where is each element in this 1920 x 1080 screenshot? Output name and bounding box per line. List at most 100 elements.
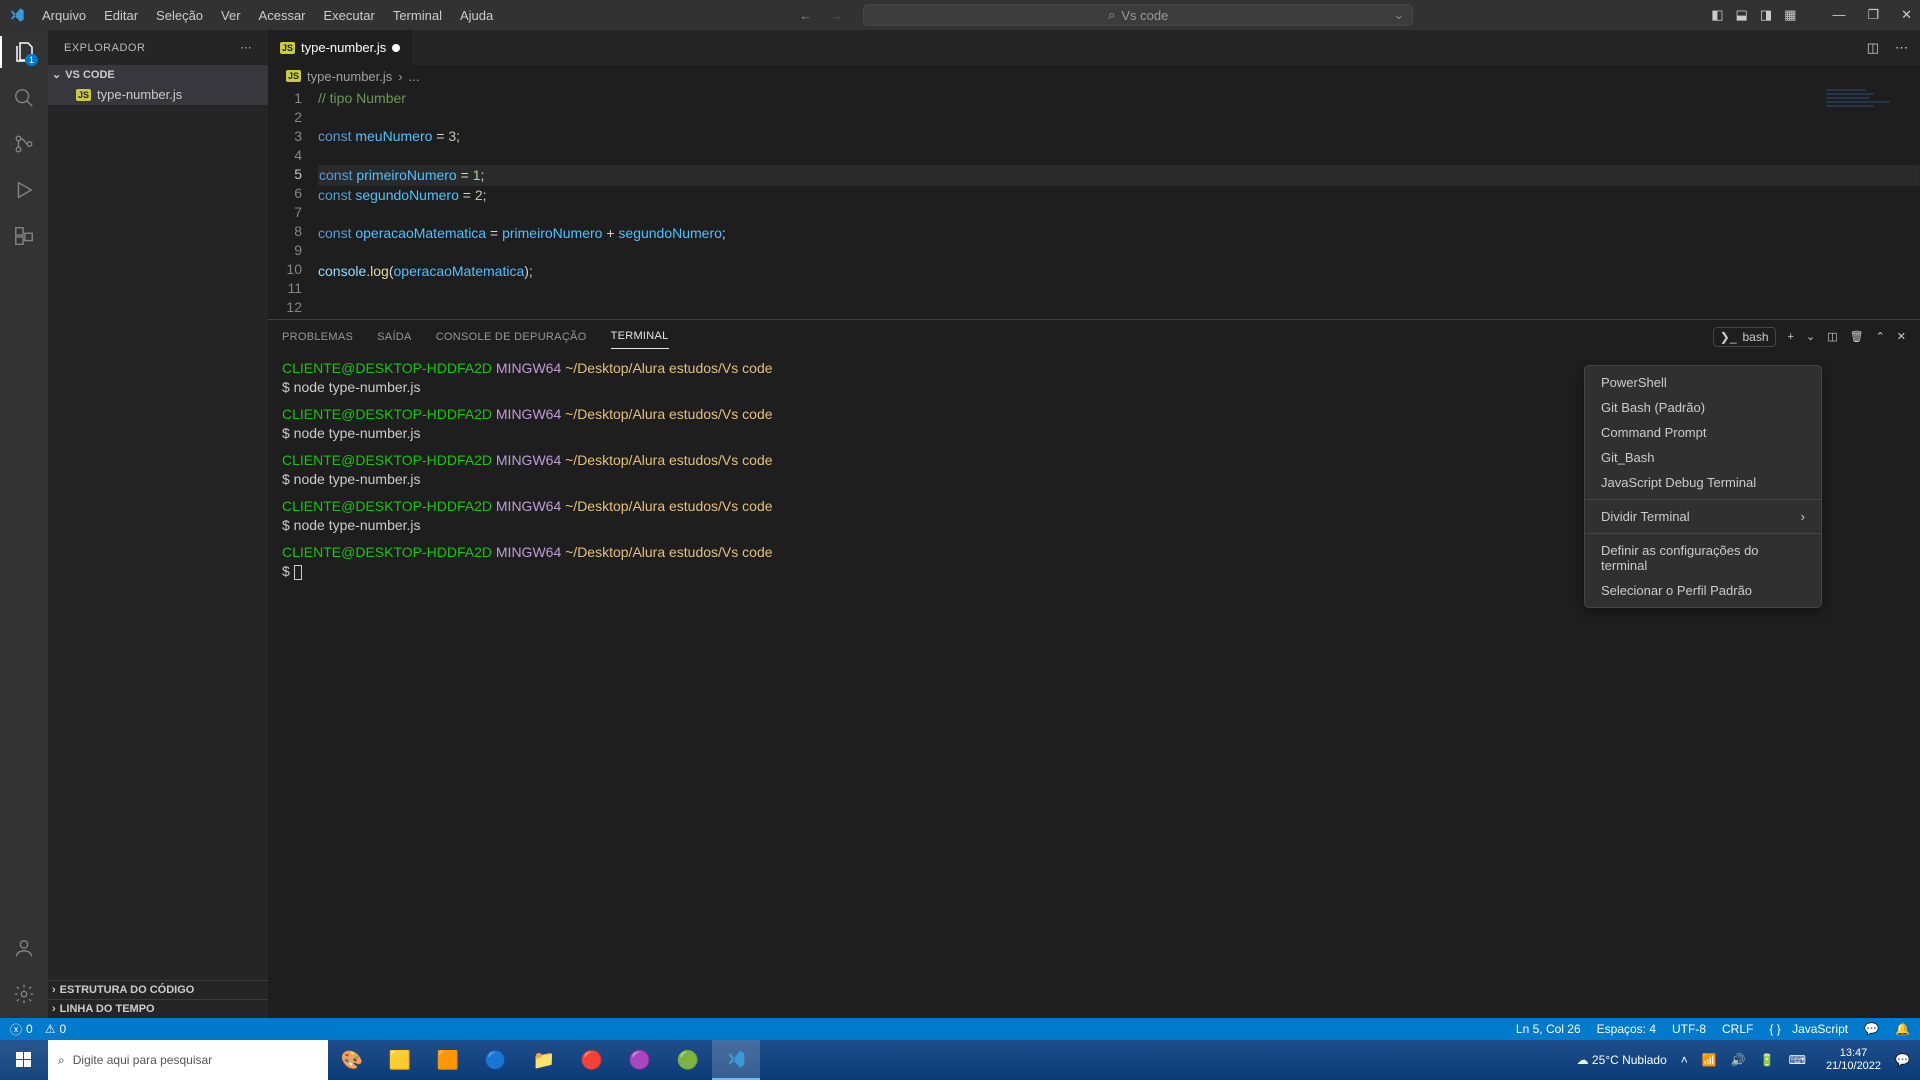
menu-ver[interactable]: Ver (213, 4, 249, 27)
new-terminal-icon[interactable]: + (1788, 331, 1794, 343)
menu-editar[interactable]: Editar (96, 4, 146, 27)
js-file-icon: JS (280, 42, 295, 54)
nav-fwd-icon[interactable]: → (830, 8, 843, 23)
taskbar-app-chrome[interactable]: 🔵 (472, 1040, 520, 1080)
activity-settings-icon[interactable] (12, 982, 36, 1006)
tab-type-number[interactable]: JS type-number.js (268, 30, 413, 65)
timeline-section[interactable]: › LINHA DO TEMPO (48, 999, 268, 1018)
taskbar-app-misc[interactable]: 🟣 (616, 1040, 664, 1080)
js-file-icon: JS (286, 70, 301, 82)
maximize-panel-icon[interactable]: ⌃ (1876, 330, 1885, 343)
tray-notifications-icon[interactable]: 💬 (1895, 1053, 1910, 1067)
breadcrumb[interactable]: JS type-number.js › ... (268, 65, 1920, 87)
terminal-dropdown-icon[interactable]: ⌄ (1806, 330, 1815, 343)
taskbar-app-explorer[interactable]: 📁 (520, 1040, 568, 1080)
menu-item-gitbash[interactable]: Git_Bash (1585, 445, 1821, 470)
windows-taskbar: ⌕ Digite aqui para pesquisar 🎨 🟨 🟧 🔵 📁 🔴… (0, 1040, 1920, 1080)
tray-chevron-icon[interactable]: ˄ (1681, 1053, 1688, 1067)
menu-item-cmd[interactable]: Command Prompt (1585, 420, 1821, 445)
chevron-right-icon: › (52, 1003, 56, 1015)
status-errors[interactable]: ⓧ0 (10, 1021, 33, 1038)
taskbar-search[interactable]: ⌕ Digite aqui para pesquisar (48, 1040, 328, 1080)
taskbar-app-vscode[interactable] (712, 1040, 760, 1080)
maximize-icon[interactable]: ❐ (1867, 7, 1879, 23)
vscode-logo-icon (8, 6, 26, 24)
tab-problems[interactable]: PROBLEMAS (282, 325, 353, 349)
timeline-label: LINHA DO TEMPO (60, 1003, 155, 1015)
tab-debug-console[interactable]: CONSOLE DE DEPURAÇÃO (436, 325, 587, 349)
tab-terminal[interactable]: TERMINAL (611, 324, 669, 349)
tray-volume-icon[interactable]: 🔊 (1731, 1053, 1746, 1067)
start-button[interactable] (0, 1040, 48, 1080)
activity-extensions-icon[interactable] (12, 224, 36, 248)
taskbar-app-paint[interactable]: 🎨 (328, 1040, 376, 1080)
activity-run-debug-icon[interactable] (12, 178, 36, 202)
taskbar-app-office[interactable]: 🟧 (424, 1040, 472, 1080)
line-gutter: 123456789101112 (268, 89, 318, 319)
unsaved-dot-icon (392, 44, 400, 52)
explorer-more-icon[interactable]: ⋯ (241, 41, 253, 54)
code-editor[interactable]: 123456789101112 // tipo Number const meu… (268, 87, 1920, 319)
taskbar-apps: 🎨 🟨 🟧 🔵 📁 🔴 🟣 🟢 (328, 1040, 760, 1080)
folder-root[interactable]: ⌄ VS CODE (48, 65, 268, 84)
chevron-down-icon[interactable]: ⌄ (1393, 7, 1404, 23)
split-editor-icon[interactable]: ◫ (1867, 40, 1879, 56)
status-feedback-icon[interactable]: 💬 (1864, 1022, 1879, 1036)
status-bell-icon[interactable]: 🔔 (1895, 1022, 1910, 1036)
command-center-search[interactable]: ⌕ Vs code ⌄ (863, 4, 1413, 26)
minimap[interactable] (1826, 89, 1906, 129)
terminal-profile-menu: PowerShell Git Bash (Padrão) Command Pro… (1584, 365, 1822, 608)
split-terminal-icon[interactable]: ◫ (1827, 330, 1837, 343)
tray-language-icon[interactable]: ⌨ (1789, 1053, 1806, 1067)
nav-back-icon[interactable]: ← (799, 8, 812, 23)
taskbar-app-store[interactable]: 🟨 (376, 1040, 424, 1080)
menu-item-terminal-settings[interactable]: Definir as configurações do terminal (1585, 538, 1821, 578)
tray-battery-icon[interactable]: 🔋 (1760, 1053, 1775, 1067)
file-item-type-number[interactable]: JS type-number.js (48, 84, 268, 105)
menu-ajuda[interactable]: Ajuda (452, 4, 501, 27)
menu-item-powershell[interactable]: PowerShell (1585, 370, 1821, 395)
taskbar-app-opera[interactable]: 🔴 (568, 1040, 616, 1080)
chevron-right-icon: › (1801, 509, 1805, 524)
menu-item-gitbash-default[interactable]: Git Bash (Padrão) (1585, 395, 1821, 420)
status-warnings[interactable]: ⚠0 (45, 1022, 66, 1036)
warning-icon: ⚠ (45, 1022, 56, 1036)
code-lines[interactable]: // tipo Number const meuNumero = 3; cons… (318, 89, 1920, 319)
weather-widget[interactable]: ☁ 25°C Nublado (1577, 1053, 1667, 1067)
activity-explorer-icon[interactable]: 1 (12, 40, 36, 64)
status-language[interactable]: { } JavaScript (1769, 1022, 1848, 1036)
terminal-profile-badge[interactable]: ❯_bash (1713, 327, 1776, 347)
menu-terminal[interactable]: Terminal (385, 4, 450, 27)
search-icon: ⌕ (1108, 7, 1115, 23)
layout-sidebar-left-icon[interactable]: ◧ (1711, 7, 1723, 23)
outline-section[interactable]: › ESTRUTURA DO CÓDIGO (48, 980, 268, 999)
status-encoding[interactable]: UTF-8 (1672, 1022, 1706, 1036)
menu-item-default-profile[interactable]: Selecionar o Perfil Padrão (1585, 578, 1821, 603)
tray-wifi-icon[interactable]: 📶 (1702, 1053, 1717, 1067)
editor-more-icon[interactable]: ⋯ (1895, 40, 1908, 56)
kill-terminal-icon[interactable]: 🗑 (1850, 330, 1864, 343)
close-panel-icon[interactable]: ✕ (1897, 330, 1906, 343)
activity-search-icon[interactable] (12, 86, 36, 110)
breadcrumb-rest: ... (409, 69, 420, 84)
activity-source-control-icon[interactable] (12, 132, 36, 156)
layout-panel-icon[interactable]: ⬓ (1736, 7, 1748, 23)
menu-acessar[interactable]: Acessar (251, 4, 314, 27)
menu-item-js-debug[interactable]: JavaScript Debug Terminal (1585, 470, 1821, 495)
system-tray: ☁ 25°C Nublado ˄ 📶 🔊 🔋 ⌨ 13:47 21/10/202… (1577, 1047, 1920, 1073)
menu-executar[interactable]: Executar (316, 4, 383, 27)
layout-grid-icon[interactable]: ▦ (1784, 7, 1796, 23)
layout-sidebar-right-icon[interactable]: ◨ (1760, 7, 1772, 23)
close-icon[interactable]: ✕ (1901, 7, 1912, 23)
minimize-icon[interactable]: — (1832, 7, 1845, 23)
tab-output[interactable]: SAÍDA (377, 325, 412, 349)
activity-account-icon[interactable] (12, 936, 36, 960)
menu-arquivo[interactable]: Arquivo (34, 4, 94, 27)
status-cursor-pos[interactable]: Ln 5, Col 26 (1516, 1022, 1581, 1036)
tray-clock[interactable]: 13:47 21/10/2022 (1826, 1047, 1881, 1073)
taskbar-app-xbox[interactable]: 🟢 (664, 1040, 712, 1080)
menu-selecao[interactable]: Seleção (148, 4, 211, 27)
status-indent[interactable]: Espaços: 4 (1597, 1022, 1656, 1036)
menu-item-split-terminal[interactable]: Dividir Terminal› (1585, 504, 1821, 529)
status-eol[interactable]: CRLF (1722, 1022, 1753, 1036)
